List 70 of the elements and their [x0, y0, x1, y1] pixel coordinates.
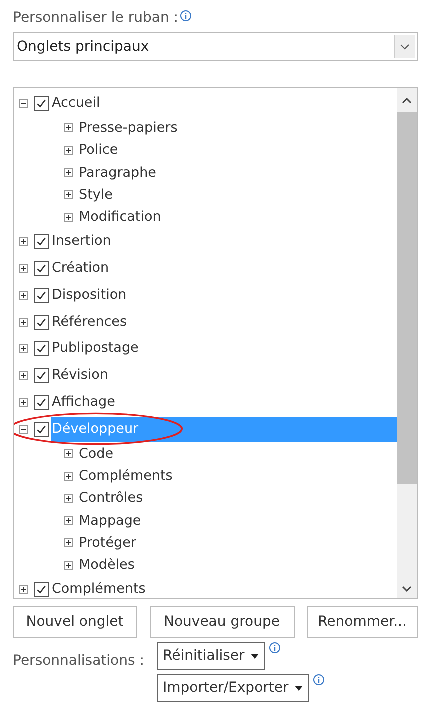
caret-icon — [294, 686, 303, 690]
customizations-label: Personnalisations : — [13, 652, 146, 671]
collapse-icon[interactable] — [19, 424, 28, 434]
tab-item[interactable]: Compléments — [51, 577, 397, 598]
group-item[interactable]: Protéger — [79, 534, 136, 551]
tab-item[interactable]: Insertion — [51, 229, 397, 254]
expand-icon[interactable] — [64, 494, 73, 503]
new-group-button[interactable]: Nouveau groupe — [150, 606, 294, 638]
expand-icon[interactable] — [19, 344, 28, 354]
expand-icon[interactable] — [19, 398, 28, 407]
group-item[interactable]: Style — [79, 186, 113, 203]
group-item[interactable]: Compléments — [79, 468, 173, 484]
expand-icon[interactable] — [64, 123, 73, 132]
info-icon — [180, 10, 192, 22]
expand-icon[interactable] — [64, 190, 73, 200]
checkbox[interactable] — [34, 422, 49, 437]
checkbox[interactable] — [34, 288, 49, 303]
tab-item[interactable]: Références — [51, 310, 397, 335]
checkbox[interactable] — [34, 314, 49, 330]
expand-icon[interactable] — [64, 560, 73, 570]
ribbon-label: Personnaliser le ruban : — [13, 10, 178, 26]
tab-item[interactable]: Publipostage — [51, 336, 397, 362]
ribbon-dropdown[interactable]: Onglets principaux — [13, 32, 418, 61]
expand-icon[interactable] — [19, 264, 28, 273]
checkbox[interactable] — [34, 341, 49, 356]
expand-icon[interactable] — [19, 318, 28, 327]
scroll-down-icon[interactable] — [402, 586, 412, 592]
import-export-menu-button[interactable]: Importer/Exporter — [157, 674, 309, 702]
scroll-thumb[interactable] — [397, 112, 417, 484]
scrollbar[interactable] — [397, 88, 417, 598]
caret-icon — [250, 654, 259, 658]
checkbox[interactable] — [34, 96, 49, 111]
scroll-up-icon[interactable] — [402, 98, 412, 104]
expand-icon[interactable] — [19, 290, 28, 300]
group-item[interactable]: Paragraphe — [79, 164, 156, 181]
expand-icon[interactable] — [64, 472, 73, 481]
group-item[interactable]: Modification — [79, 209, 162, 226]
expand-icon[interactable] — [19, 237, 28, 246]
group-item[interactable]: Presse-papiers — [79, 120, 178, 136]
expand-icon[interactable] — [19, 585, 28, 594]
tab-item[interactable]: Disposition — [51, 282, 397, 308]
rename-button[interactable]: Renommer... — [307, 606, 418, 638]
chevron-down-icon — [400, 44, 410, 50]
tab-item[interactable]: Affichage — [51, 390, 397, 415]
info-icon — [312, 674, 325, 686]
expand-icon[interactable] — [64, 168, 73, 178]
group-item[interactable]: Mappage — [79, 512, 142, 529]
tab-item[interactable]: Accueil — [51, 90, 397, 116]
checkbox[interactable] — [34, 368, 49, 384]
tab-item[interactable]: Création — [51, 256, 397, 281]
group-item[interactable]: Contrôles — [79, 490, 144, 506]
tab-item[interactable]: Révision — [51, 363, 397, 388]
checkbox[interactable] — [34, 234, 49, 250]
expand-icon[interactable] — [64, 146, 73, 155]
dropdown-value: Onglets principaux — [16, 38, 150, 54]
checkbox[interactable] — [34, 260, 49, 276]
group-item[interactable]: Police — [79, 142, 118, 158]
checkbox[interactable] — [34, 394, 49, 410]
collapse-icon[interactable] — [19, 98, 28, 108]
expand-icon[interactable] — [64, 449, 73, 458]
group-item[interactable]: Modèles — [79, 557, 135, 574]
new-tab-button[interactable]: Nouvel onglet — [13, 606, 137, 638]
checkbox[interactable] — [34, 582, 49, 598]
expand-icon[interactable] — [64, 516, 73, 526]
expand-icon[interactable] — [64, 538, 73, 548]
info-icon — [268, 642, 281, 654]
expand-icon[interactable] — [19, 371, 28, 380]
group-item[interactable]: Code — [79, 446, 114, 462]
expand-icon[interactable] — [64, 212, 73, 222]
reset-menu-button[interactable]: Réinitialiser — [157, 642, 265, 670]
